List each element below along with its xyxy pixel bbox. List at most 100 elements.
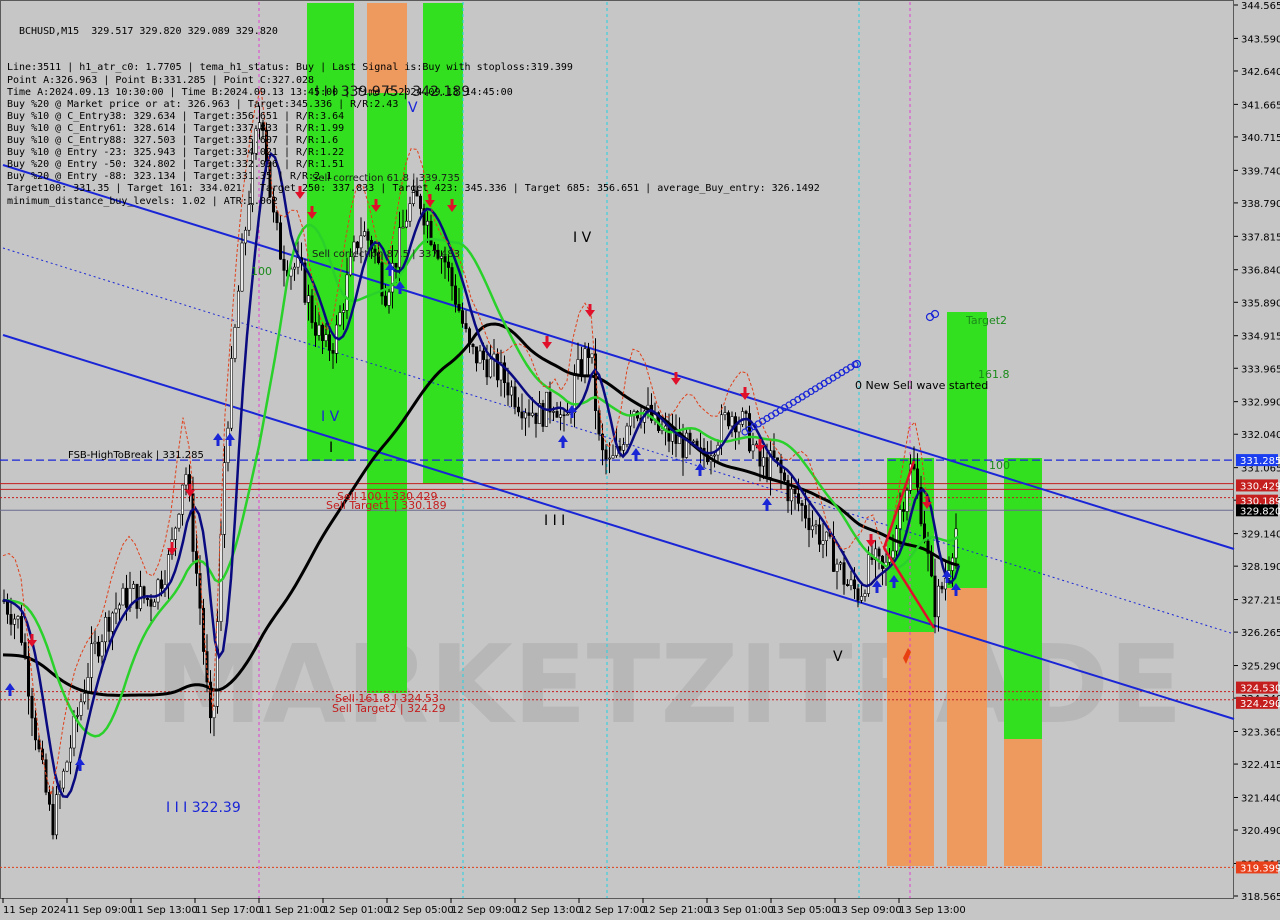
candle-body bbox=[366, 231, 370, 241]
candle-body bbox=[51, 803, 55, 836]
time-tick-label: 11 Sep 21:00 bbox=[259, 905, 326, 916]
candle-body bbox=[219, 534, 223, 622]
candle-body bbox=[125, 587, 129, 608]
candle-body bbox=[905, 490, 909, 512]
low-322-label: I I I 322.39 bbox=[166, 800, 241, 816]
candle-body bbox=[516, 406, 520, 413]
time-tick-label: 12 Sep 09:00 bbox=[451, 905, 518, 916]
chart-root: MARKETZITRADE FSB-HighToBreak | 331.285 … bbox=[0, 0, 1280, 920]
info-line: Line:3511 | h1_atr_c0: 1.7705 | tema_h1_… bbox=[7, 62, 573, 74]
time-tick-label: 12 Sep 01:00 bbox=[323, 905, 390, 916]
candle-body bbox=[782, 472, 786, 481]
price-tag-label: 319.399 bbox=[1240, 863, 1280, 874]
info-line: Buy %20 @ Market price or at: 326.963 | … bbox=[7, 98, 399, 110]
candle-body bbox=[863, 593, 867, 597]
candle-body bbox=[327, 334, 331, 351]
price-tag-label: 324.290 bbox=[1240, 699, 1280, 710]
candle-body bbox=[590, 353, 594, 358]
wave-i-label: I bbox=[329, 440, 333, 456]
candle-body bbox=[355, 241, 359, 249]
candle-body bbox=[83, 693, 87, 703]
candle-body bbox=[509, 386, 513, 396]
candle-body bbox=[789, 488, 793, 502]
time-tick-label: 12 Sep 05:00 bbox=[387, 905, 454, 916]
candle-body bbox=[817, 524, 821, 545]
time-tick-label: 12 Sep 17:00 bbox=[579, 905, 646, 916]
candle-body bbox=[345, 274, 349, 311]
candle-body bbox=[97, 641, 101, 657]
candle-body bbox=[576, 359, 580, 376]
wave-iv-label: I V bbox=[573, 230, 592, 246]
price-tick-label: 337.815 bbox=[1241, 232, 1280, 243]
candle-body bbox=[149, 599, 153, 607]
info-line: Buy %10 @ C_Entry38: 329.634 | Target:35… bbox=[7, 110, 345, 122]
info-line: Buy %20 @ Entry -88: 323.134 | Target:33… bbox=[7, 171, 333, 183]
wave-iii-label: I I I bbox=[544, 513, 565, 529]
candle-body bbox=[153, 601, 157, 607]
candle-body bbox=[954, 528, 958, 559]
candle-body bbox=[901, 509, 905, 512]
candle-body bbox=[481, 350, 485, 360]
candle-body bbox=[940, 585, 944, 590]
candle-body bbox=[803, 505, 807, 519]
candle-body bbox=[156, 579, 160, 603]
candle-body bbox=[793, 488, 797, 494]
green-zone bbox=[947, 312, 987, 588]
candle-body bbox=[866, 554, 870, 594]
candle-body bbox=[611, 455, 615, 459]
candle-body bbox=[37, 739, 41, 750]
candle-body bbox=[579, 359, 583, 377]
info-line: Buy %10 @ C_Entry61: 328.614 | Target:33… bbox=[7, 122, 345, 134]
price-tick-label: 326.265 bbox=[1241, 628, 1280, 639]
candle-body bbox=[464, 323, 468, 330]
info-line: Buy %10 @ C_Entry88: 327.503 | Target:33… bbox=[7, 135, 339, 147]
candle-body bbox=[394, 262, 398, 268]
wave-v-label: V bbox=[833, 649, 843, 665]
candle-body bbox=[621, 444, 625, 451]
candle-body bbox=[446, 261, 450, 268]
candle-body bbox=[527, 412, 531, 416]
price-tick-label: 343.590 bbox=[1241, 34, 1280, 45]
info-line: minimum_distance_buy_levels: 1.02 | ATR:… bbox=[7, 195, 278, 207]
candle-body bbox=[331, 350, 335, 354]
candle-body bbox=[558, 414, 562, 418]
price-tick-label: 323.365 bbox=[1241, 728, 1280, 739]
new-wave-label: 0 New Sell wave started bbox=[855, 379, 988, 392]
info-line: Point A:326.963 | Point B:331.285 | Poin… bbox=[7, 74, 315, 86]
candle-body bbox=[282, 258, 286, 271]
price-tag-label: 330.429 bbox=[1240, 481, 1280, 492]
time-tick-label: 13 Sep 01:00 bbox=[707, 905, 774, 916]
candle-body bbox=[79, 701, 83, 716]
candle-body bbox=[744, 411, 748, 414]
candle-body bbox=[383, 295, 387, 306]
candle-body bbox=[597, 410, 601, 435]
candle-body bbox=[167, 554, 171, 585]
candle-body bbox=[362, 231, 366, 237]
candle-body bbox=[313, 322, 317, 336]
candle-body bbox=[100, 641, 104, 657]
candle-body bbox=[387, 291, 391, 306]
candle-body bbox=[181, 484, 185, 515]
candle-body bbox=[341, 310, 345, 313]
candle-body bbox=[933, 575, 937, 618]
candle-body bbox=[135, 583, 139, 609]
price-tick-label: 341.665 bbox=[1241, 100, 1280, 111]
candle-body bbox=[160, 579, 164, 589]
price-tick-label: 335.890 bbox=[1241, 298, 1280, 309]
candle-body bbox=[212, 706, 216, 719]
time-tick-label: 13 Sep 05:00 bbox=[771, 905, 838, 916]
candle-body bbox=[523, 412, 527, 419]
info-line: Time A:2024.09.13 10:30:00 | Time B:2024… bbox=[7, 86, 513, 98]
candle-body bbox=[237, 290, 241, 328]
candle-body bbox=[478, 350, 482, 364]
candle-body bbox=[625, 425, 629, 445]
candle-body bbox=[506, 382, 510, 396]
sell-target2-label: Sell Target2 | 324.29 bbox=[332, 702, 446, 715]
price-tick-label: 334.915 bbox=[1241, 332, 1280, 343]
candle-body bbox=[471, 344, 475, 348]
candle-body bbox=[202, 607, 206, 652]
candle-body bbox=[177, 513, 181, 529]
price-tick-label: 340.715 bbox=[1241, 133, 1280, 144]
price-tick-label: 336.840 bbox=[1241, 266, 1280, 277]
candle-body bbox=[223, 462, 227, 535]
